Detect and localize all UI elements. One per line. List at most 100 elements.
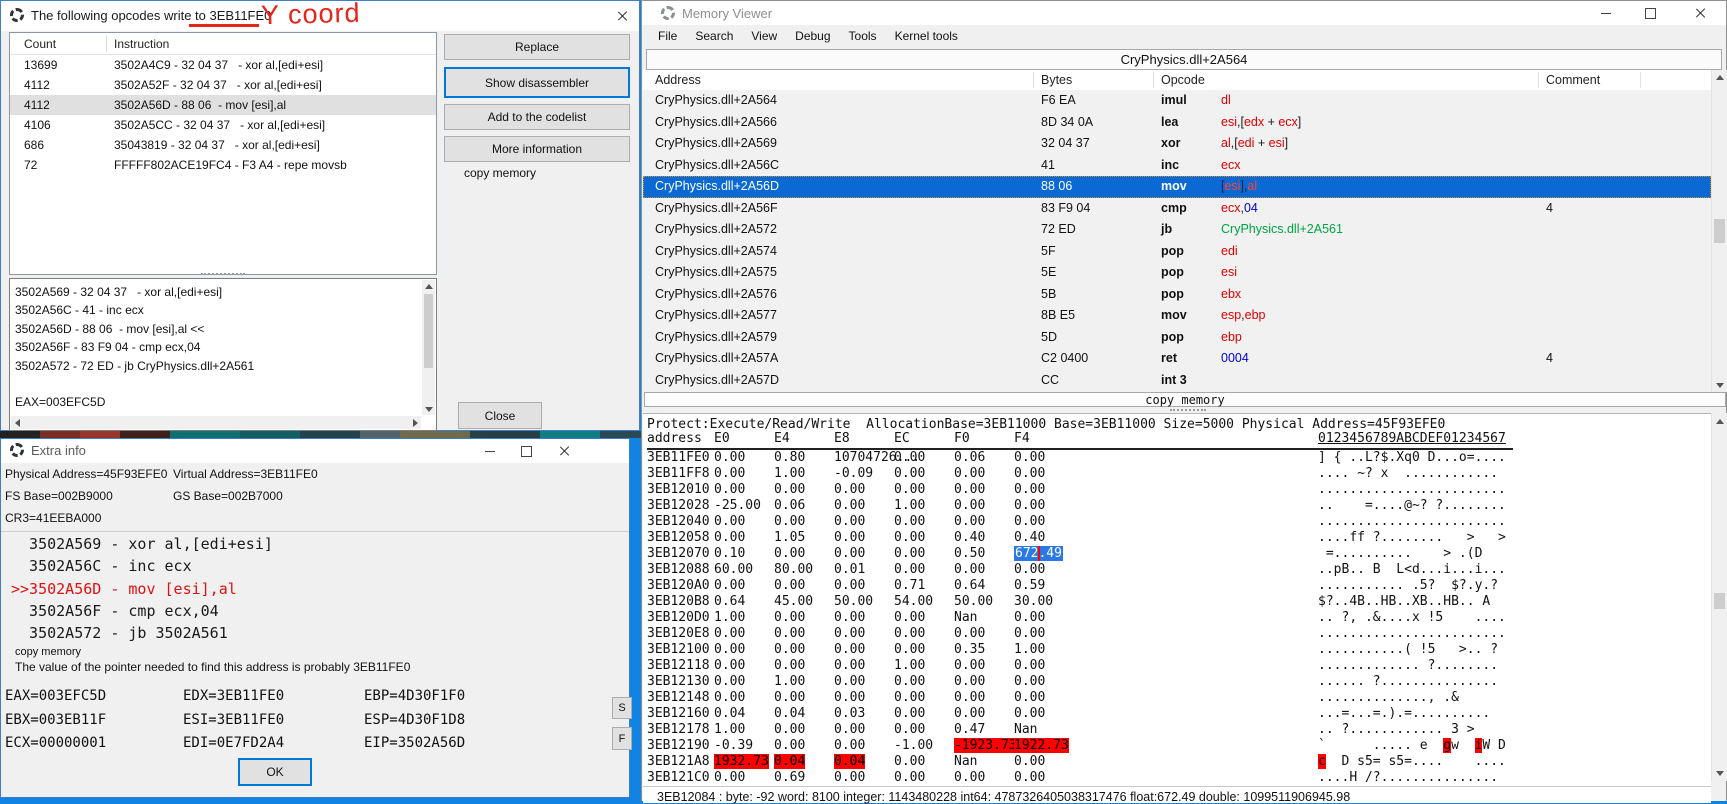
- hex-value-cell[interactable]: 0.00: [954, 466, 985, 481]
- hex-value-cell[interactable]: 0.00: [834, 610, 865, 625]
- hex-value-cell[interactable]: -1.00: [894, 738, 933, 753]
- hex-value-cell[interactable]: 0.00: [774, 658, 805, 673]
- hex-value-cell[interactable]: 0.00: [774, 690, 805, 705]
- hex-value-cell[interactable]: -25.00: [714, 498, 761, 513]
- hex-value-cell[interactable]: Nan: [954, 610, 977, 625]
- hex-value-cell[interactable]: Nan: [954, 754, 977, 769]
- copy-memory-label[interactable]: copy memory: [15, 646, 81, 658]
- hex-value-cell[interactable]: 0.00: [774, 578, 805, 593]
- hex-value-cell[interactable]: 0.01: [834, 562, 865, 577]
- hex-value-cell[interactable]: 0.00: [714, 482, 745, 497]
- hex-value-cell[interactable]: 0.00: [954, 706, 985, 721]
- disasm-row[interactable]: CryPhysics.dll+2A56D88 06mov[esi],al: [643, 176, 1711, 198]
- hex-value-cell[interactable]: 0.00: [1014, 466, 1045, 481]
- hex-value-cell[interactable]: 1.00: [774, 674, 805, 689]
- hex-value-cell[interactable]: 0.00: [954, 482, 985, 497]
- scrollbar-thumb[interactable]: [424, 294, 433, 368]
- hex-value-cell[interactable]: 0.00: [1014, 706, 1045, 721]
- hex-value-cell[interactable]: 0.00: [954, 562, 985, 577]
- opcode-writer-row[interactable]: 41123502A52F - 32 04 37 - xor al,[edi+es…: [10, 75, 436, 95]
- disasm-row[interactable]: CryPhysics.dll+2A56C41incecx: [643, 155, 1711, 177]
- scrollbar-thumb[interactable]: [1714, 593, 1725, 609]
- hex-value-cell[interactable]: 0.00: [834, 578, 865, 593]
- hex-value-cell[interactable]: 0.40: [1014, 530, 1045, 545]
- menu-item-tools[interactable]: Tools: [841, 25, 885, 43]
- hex-scrollbar[interactable]: [1711, 413, 1727, 781]
- add-to-codelist-button[interactable]: Add to the codelist: [444, 104, 630, 130]
- hex-value-cell[interactable]: 0.00: [1014, 626, 1045, 641]
- hex-value-cell[interactable]: 0.00: [1014, 658, 1045, 673]
- hex-value-cell[interactable]: 0.00: [714, 466, 745, 481]
- disasm-row[interactable]: CryPhysics.dll+2A5668D 34 0Aleaesi,[edx …: [643, 112, 1711, 134]
- hex-value-cell[interactable]: 0.00: [954, 770, 985, 785]
- hex-value-cell[interactable]: 0.04: [714, 706, 745, 721]
- hex-value-cell[interactable]: 0.00: [714, 578, 745, 593]
- hex-value-cell[interactable]: 0.00: [1014, 562, 1045, 577]
- hex-value-cell[interactable]: 0.00: [1014, 754, 1045, 769]
- hex-value-cell[interactable]: 0.00: [894, 450, 925, 465]
- hex-value-cell[interactable]: 0.64: [714, 594, 745, 609]
- close-button[interactable]: [546, 439, 582, 463]
- opcode-writer-row[interactable]: 41063502A5CC - 32 04 37 - xor al,[edi+es…: [10, 115, 436, 135]
- maximize-button[interactable]: [510, 439, 542, 463]
- hex-value-cell[interactable]: 0.71: [894, 578, 925, 593]
- hex-value-cell[interactable]: 0.80: [774, 450, 805, 465]
- menu-item-file[interactable]: File: [650, 25, 685, 43]
- close-dialog-button[interactable]: Close: [458, 402, 542, 429]
- hex-value-cell[interactable]: 0.00: [774, 738, 805, 753]
- hex-value-cell[interactable]: 0.00: [954, 498, 985, 513]
- hex-value-cell[interactable]: 0.00: [894, 754, 925, 769]
- hex-value-cell[interactable]: 0.00: [714, 450, 745, 465]
- column-instruction[interactable]: Instruction: [114, 37, 169, 51]
- hex-value-cell[interactable]: 0.00: [774, 610, 805, 625]
- show-disassembler-button[interactable]: Show disassembler: [444, 67, 630, 98]
- hex-value-cell[interactable]: 0.00: [894, 722, 925, 737]
- hex-value-cell[interactable]: 0.00: [894, 770, 925, 785]
- hex-value-cell[interactable]: 1.00: [774, 466, 805, 481]
- menu-item-kernel-tools[interactable]: Kernel tools: [887, 25, 966, 43]
- hex-value-cell[interactable]: 0.00: [894, 546, 925, 561]
- hex-value-cell[interactable]: 0.69: [774, 770, 805, 785]
- hex-value-cell[interactable]: 0.00: [894, 706, 925, 721]
- disasm-row[interactable]: CryPhysics.dll+2A5765Bpopebx: [643, 284, 1711, 306]
- column-comment[interactable]: Comment: [1546, 73, 1600, 87]
- hex-value-cell[interactable]: 0.04: [774, 706, 805, 721]
- disasm-row[interactable]: CryPhysics.dll+2A56932 04 37xoral,[edi +…: [643, 133, 1711, 155]
- menu-item-debug[interactable]: Debug: [787, 25, 838, 43]
- hex-value-cell[interactable]: 30.00: [1014, 594, 1053, 609]
- hex-value-cell[interactable]: 0.00: [1014, 674, 1045, 689]
- hex-value-cell[interactable]: 0.00: [894, 690, 925, 705]
- opcode-writer-row[interactable]: 41123502A56D - 88 06 - mov [esi],al: [10, 95, 436, 115]
- scroll-left-icon[interactable]: [15, 419, 20, 427]
- hex-value-cell[interactable]: 0.00: [834, 658, 865, 673]
- hex-value-cell[interactable]: 0.00: [834, 530, 865, 545]
- hex-value-cell[interactable]: 0.00: [774, 546, 805, 561]
- menu-item-view[interactable]: View: [743, 25, 785, 43]
- hex-value-cell[interactable]: 0.00: [714, 658, 745, 673]
- hex-value-cell[interactable]: 0.00: [834, 546, 865, 561]
- splitter[interactable]: [1170, 409, 1206, 411]
- disasm-row[interactable]: CryPhysics.dll+2A564F6 EAimuldl: [643, 90, 1711, 112]
- hex-value-cell[interactable]: 0.00: [834, 498, 865, 513]
- hex-value-cell[interactable]: 0.00: [774, 626, 805, 641]
- hex-value-cell[interactable]: 0.00: [834, 722, 865, 737]
- hex-value-cell[interactable]: 0.04: [774, 754, 805, 769]
- hex-value-cell[interactable]: 0.00: [1014, 482, 1045, 497]
- hex-value-cell[interactable]: 0.04: [834, 754, 865, 769]
- hex-value-cell[interactable]: -0.09: [834, 466, 873, 481]
- hex-value-cell[interactable]: 1.00: [894, 498, 925, 513]
- hex-value-cell[interactable]: 0.06: [774, 498, 805, 513]
- scroll-down-icon[interactable]: [1716, 771, 1724, 776]
- hex-value-cell[interactable]: 0.40: [954, 530, 985, 545]
- hex-value-cell[interactable]: 1.00: [1014, 642, 1045, 657]
- disasm-row[interactable]: CryPhysics.dll+2A5755Epopesi: [643, 262, 1711, 284]
- hex-value-cell[interactable]: 80.00: [774, 562, 813, 577]
- hex-value-cell[interactable]: 0.00: [1014, 498, 1045, 513]
- hex-value-cell[interactable]: 0.00: [714, 514, 745, 529]
- hex-value-cell[interactable]: 0.00: [894, 466, 925, 481]
- disasm-row[interactable]: CryPhysics.dll+2A5795Dpopebp: [643, 327, 1711, 349]
- hex-value-cell[interactable]: 0.00: [774, 514, 805, 529]
- opcode-writer-row[interactable]: 68635043819 - 32 04 37 - xor al,[edi+esi…: [10, 135, 436, 155]
- hex-value-cell[interactable]: 0.00: [714, 770, 745, 785]
- hex-value-cell[interactable]: -0.39: [714, 738, 753, 753]
